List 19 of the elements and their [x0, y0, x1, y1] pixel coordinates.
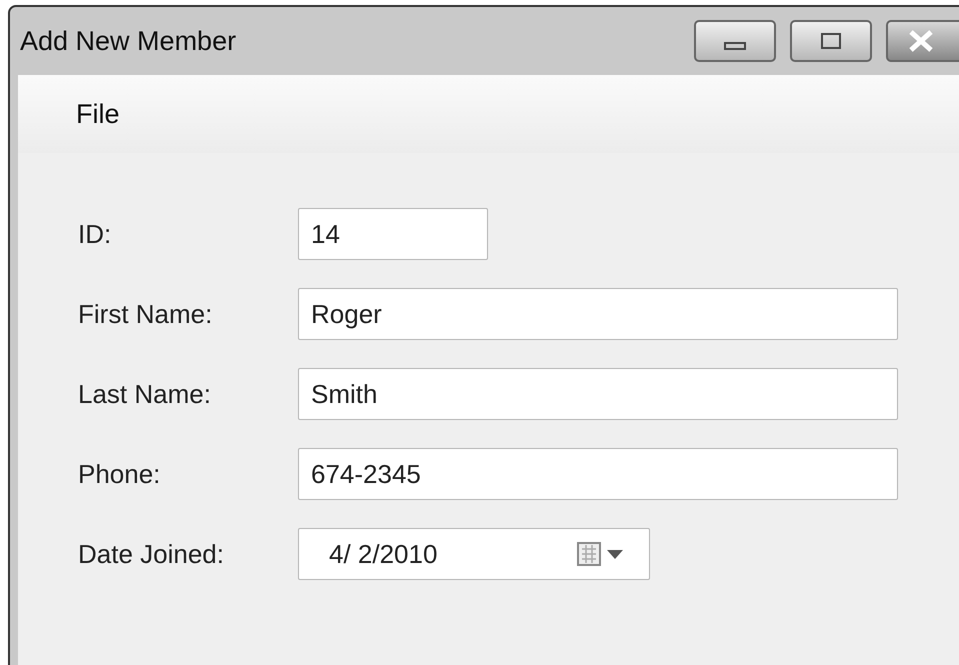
date-picker[interactable]: 4/ 2/2010 — [298, 528, 650, 580]
field-label: Phone: — [78, 458, 162, 490]
id-input[interactable]: 14 — [298, 208, 488, 260]
text-input[interactable]: Smith — [298, 368, 898, 420]
menu-item[interactable]: File — [68, 94, 128, 134]
field-label: ID: — [78, 218, 112, 250]
field-label: Last Name: — [78, 378, 212, 410]
minimize-button[interactable] — [694, 20, 776, 62]
field-label: Date Joined: — [78, 538, 225, 570]
field-label: First Name: — [78, 298, 214, 330]
window-title: Add New Member — [19, 24, 236, 58]
close-icon — [908, 30, 934, 52]
close-button[interactable] — [886, 20, 959, 62]
maximize-icon — [821, 33, 841, 49]
text-input[interactable]: Roger — [298, 288, 898, 340]
date-value: 4/ 2/2010 — [329, 538, 438, 570]
minimize-icon — [724, 42, 746, 50]
text-input[interactable]: 674-2345 — [298, 448, 898, 500]
maximize-button[interactable] — [790, 20, 872, 62]
